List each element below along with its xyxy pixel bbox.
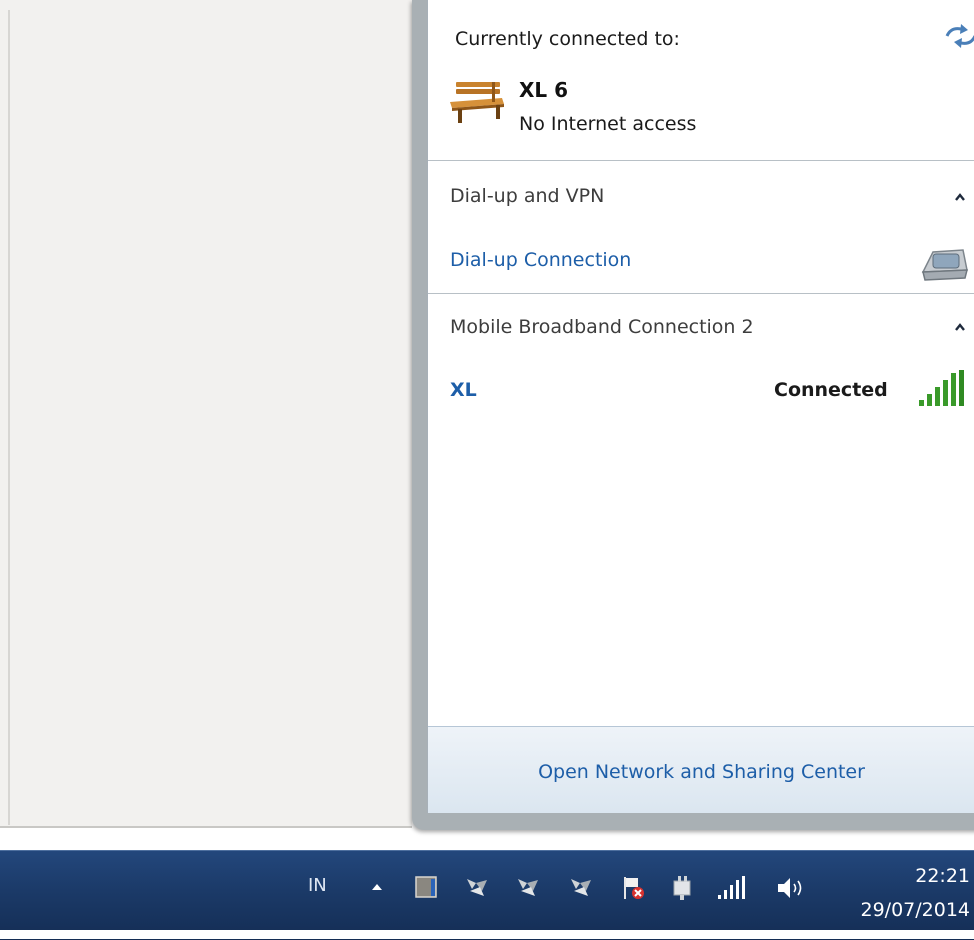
signal-strength-icon xyxy=(919,370,964,406)
connection-status: Connected xyxy=(774,379,888,401)
group-header-mobile-broadband[interactable]: Mobile Broadband Connection 2 xyxy=(450,316,754,338)
chevron-up-icon[interactable] xyxy=(953,322,967,332)
currently-connected-label: Currently connected to: xyxy=(455,28,680,50)
clock-time[interactable]: 22:21 xyxy=(850,865,970,887)
app-icon[interactable] xyxy=(414,875,438,899)
dialup-connection-item[interactable]: Dial-up Connection xyxy=(450,249,631,271)
group-header-dialup-vpn[interactable]: Dial-up and VPN xyxy=(450,185,604,207)
power-icon[interactable] xyxy=(671,875,693,901)
show-hidden-icons-icon[interactable] xyxy=(370,881,384,891)
window-edge xyxy=(8,10,10,825)
connected-network-status: No Internet access xyxy=(519,113,697,135)
clock-date[interactable]: 29/07/2014 xyxy=(830,899,970,921)
bench-icon xyxy=(450,82,504,123)
connected-network-name: XL 6 xyxy=(519,78,569,102)
section-divider xyxy=(428,160,974,161)
mobile-broadband-item[interactable]: XL xyxy=(450,379,477,401)
action-center-icon[interactable] xyxy=(620,875,646,901)
screen-bottom-edge xyxy=(0,930,974,939)
flyout-footer: Open Network and Sharing Center xyxy=(428,726,974,813)
taskbar: IN 22:21 29/07/2014 xyxy=(0,850,974,940)
network-flyout: Currently connected to: XL 6 No Internet… xyxy=(427,0,974,813)
phone-modem-icon xyxy=(921,249,968,281)
open-network-sharing-center-link[interactable]: Open Network and Sharing Center xyxy=(428,761,974,783)
section-divider xyxy=(428,293,974,294)
signal-strength-icon[interactable] xyxy=(716,875,750,901)
refresh-icon[interactable] xyxy=(941,22,974,50)
volume-icon[interactable] xyxy=(775,875,809,901)
chevron-up-icon[interactable] xyxy=(953,192,967,202)
network-activity-icon[interactable] xyxy=(464,875,490,899)
language-indicator[interactable]: IN xyxy=(308,875,327,896)
network-activity-icon[interactable] xyxy=(568,875,594,899)
network-activity-icon[interactable] xyxy=(515,875,541,899)
background-window xyxy=(0,0,412,826)
window-bottom-edge xyxy=(0,826,412,828)
